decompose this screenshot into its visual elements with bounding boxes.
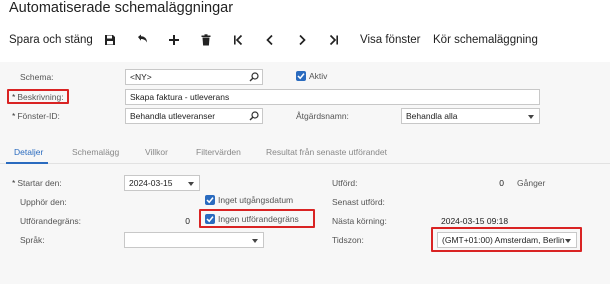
search-icon[interactable] [249,72,259,82]
screen-id-field[interactable]: Behandla utleveranser [125,108,263,124]
tab-schedule[interactable]: Schemalägg [72,147,119,157]
language-label: Språk: [20,235,45,245]
tab-conditions[interactable]: Villkor [145,147,168,157]
delete-icon[interactable] [198,32,214,48]
check-icon [297,73,305,80]
executed-value: 0 [499,178,504,188]
no-execution-limit-checkbox[interactable] [205,214,215,224]
no-expiration-label: Inget utgångsdatum [218,195,294,205]
previous-icon[interactable] [262,32,278,48]
execution-limit-label: Utförandegräns: [20,216,81,226]
executed-label: Utförd: [332,178,358,188]
first-icon[interactable] [230,32,246,48]
schema-value: <NY> [130,72,152,82]
check-icon [206,216,214,223]
starts-on-value: 2024-03-15 [129,178,173,188]
no-expiration-checkbox[interactable] [205,195,215,205]
run-schedule-button[interactable]: Kör schemaläggning [433,30,538,50]
schema-field[interactable]: <NY> [125,69,263,85]
time-zone-select[interactable]: (GMT+01:00) Amsterdam, Berlin [437,232,577,248]
no-execution-limit-label: Ingen utförandegräns [218,214,299,224]
add-icon[interactable] [166,32,182,48]
schema-label: Schema: [20,72,54,82]
last-icon[interactable] [326,32,342,48]
chevron-down-icon [188,182,194,186]
search-icon[interactable] [249,111,259,121]
tab-bar: Detaljer Schemalägg Villkor Filtervärden… [0,144,610,164]
save-close-button[interactable]: Spara och stäng [9,30,93,50]
chevron-down-icon [565,239,571,243]
action-name-value: Behandla alla [406,111,458,121]
language-select[interactable] [124,232,264,248]
next-icon[interactable] [294,32,310,48]
show-window-button[interactable]: Visa fönster [360,30,421,50]
tab-last-execution-results[interactable]: Resultat från senaste utförandet [266,147,387,157]
undo-icon[interactable] [134,32,150,48]
tab-details[interactable]: Detaljer [14,147,43,157]
page-title: Automatiserade schemaläggningar [9,0,234,16]
toolbar: Spara och stäng Visa fönster Kör schemal… [0,30,610,50]
active-checkbox[interactable] [296,71,306,81]
next-run-label: Nästa körning: [332,216,387,226]
time-zone-value: (GMT+01:00) Amsterdam, Berlin [442,235,565,245]
last-executed-label: Senast utförd: [332,197,385,207]
chevron-down-icon [252,239,258,243]
active-label: Aktiv [309,71,328,81]
screen-id-label: * Fönster-ID: [12,111,60,121]
expires-on-label: Upphör den: [20,197,67,207]
next-run-value: 2024-03-15 09:18 [441,216,509,226]
starts-on-date[interactable]: 2024-03-15 [124,175,200,191]
chevron-down-icon [528,115,534,119]
description-highlight [7,89,69,104]
executed-unit: Gånger [517,178,546,188]
active-tab-indicator [6,162,48,164]
execution-limit-value[interactable]: 0 [160,215,190,227]
time-zone-label: Tidszon: [332,235,364,245]
starts-on-label: * Startar den: [12,178,62,188]
action-name-select[interactable]: Behandla alla [401,108,540,124]
description-field[interactable]: Skapa faktura - utleverans [125,89,540,105]
action-name-label: Åtgärdsnamn: [296,111,349,121]
check-icon [206,197,214,204]
description-value: Skapa faktura - utleverans [130,92,230,102]
tab-filter-values[interactable]: Filtervärden [196,147,241,157]
save-icon[interactable] [102,32,118,48]
screen-id-value: Behandla utleveranser [130,111,216,121]
